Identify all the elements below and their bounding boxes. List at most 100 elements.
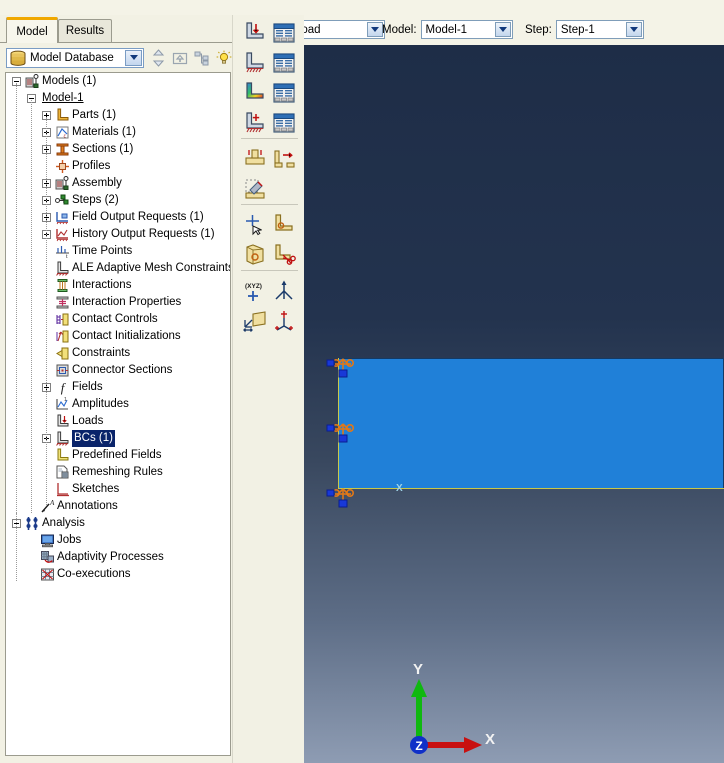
tree-updown-button[interactable] [148,48,168,68]
create-predefined-field-button[interactable] [243,81,269,107]
tree-item[interactable]: Co-executions [6,566,230,583]
top-strip [0,0,724,15]
create-bc-button[interactable] [243,51,269,77]
tree-highlight-button[interactable] [214,48,234,68]
tree-item[interactable]: Analysis [6,515,230,532]
tree-item[interactable]: Sketches [6,481,230,498]
partition-tool-button[interactable] [272,243,298,269]
tree-item[interactable]: Adaptivity Processes [6,549,230,566]
create-display-group-button[interactable] [243,243,269,269]
tree-item[interactable]: A Annotations [6,498,230,515]
create-predefined-field-icon [243,82,267,108]
tree-item[interactable]: Profiles [6,158,230,175]
svg-text:f: f [61,380,67,395]
tree-item[interactable]: Assembly [6,175,230,192]
model-combo[interactable]: Model-1 [420,20,513,39]
tree-item[interactable]: Loads [6,413,230,430]
create-load-button[interactable] [243,21,269,47]
move-load-button[interactable] [272,147,298,173]
create-datum-csys-button[interactable] [272,309,298,335]
create-datum-plane-button[interactable] [243,309,269,335]
model-database-combo[interactable]: Model Database [6,48,144,68]
tree-item[interactable]: Interaction Properties [6,294,230,311]
create-datum-point-button[interactable]: (XYZ) [243,279,269,305]
tree-item[interactable]: Contact Controls [6,311,230,328]
tree-item[interactable]: Parts (1) [6,107,230,124]
svg-text:1: 1 [64,397,67,403]
time-points-icon: t [55,244,70,260]
create-set-button[interactable] [243,213,269,239]
tree-item[interactable]: 1 Amplitudes [6,396,230,413]
tree-item[interactable]: Steps (2) [6,192,230,209]
tree-item-label: Loads [72,415,104,427]
svg-text:t: t [66,254,68,259]
part-geometry[interactable] [338,358,724,489]
adaptivity-icon [40,550,55,565]
model-group: Model: Model-1 [382,20,513,39]
datum-csys-icon [272,311,296,336]
chevron-down-icon[interactable] [625,22,642,37]
tree-item[interactable]: Field Output Requests (1) [6,209,230,226]
triad-x-label: X [485,731,496,748]
create-datum-axis-button[interactable] [272,279,298,305]
tree-item[interactable]: History Output Requests (1) [6,226,230,243]
tree-parent-button[interactable] [170,48,190,68]
fields-icon: f [55,380,70,395]
model-tree[interactable]: Models (1) Model-1 Parts (1) ε Materials (1)… [5,72,231,756]
tree-item[interactable]: ε Materials (1) [6,124,230,141]
tree-item-label: Annotations [57,500,118,512]
tree-item[interactable]: f Fields [6,379,230,396]
tab-model[interactable]: Model [6,17,58,43]
bcs-icon [55,431,70,446]
bc-symbol-middle [326,416,360,450]
tree-item-label: Fields [72,381,103,393]
vertex-label-x: X [396,483,403,494]
datum-axis-icon [272,280,296,306]
toolbox-separator [241,204,298,205]
chevron-down-icon[interactable] [366,22,383,37]
tab-model-label: Model [16,25,48,38]
tree-item[interactable]: Sections (1) [6,141,230,158]
create-load-case-button[interactable] [243,111,269,137]
tree-item[interactable]: Model-1 [6,90,230,107]
create-connector-load-button[interactable] [243,147,269,173]
load-manager-icon [272,23,296,48]
bc-manager-icon [272,53,296,78]
tree-item[interactable]: t Time Points [6,243,230,260]
create-surface-button[interactable] [272,213,298,239]
toolbox-separator [241,138,298,139]
load-manager-button[interactable] [272,21,298,47]
viewport[interactable]: X Z Y X [304,45,724,763]
bc-manager-button[interactable] [272,51,298,77]
tree-item-label: Field Output Requests (1) [72,211,204,223]
tree-item[interactable]: Models (1) [6,73,230,90]
chevron-down-icon[interactable] [125,50,142,66]
create-amplitude-button[interactable] [243,177,269,203]
load-case-manager-button[interactable] [272,111,298,137]
jobs-icon [40,533,55,548]
tree-item[interactable]: Constraints [6,345,230,362]
tree-item[interactable]: BCs (1) [6,430,230,447]
connector-load-icon [243,149,267,174]
tree-item[interactable]: Jobs [6,532,230,549]
module-combo[interactable]: Load [289,20,385,39]
display-group-icon [243,244,267,270]
tree-item[interactable]: Connector Sections [6,362,230,379]
chevron-down-icon[interactable] [494,22,511,37]
tree-connector [16,513,17,581]
tree-item[interactable]: ALE Adaptive Mesh Constraints [6,260,230,277]
tree-item-label: Materials (1) [72,126,136,138]
tree-item-label: Model-1 [42,92,84,104]
tree-item-label: Amplitudes [72,398,129,410]
tree-item[interactable]: Remeshing Rules [6,464,230,481]
predefined-field-manager-button[interactable] [272,81,298,107]
tree-item[interactable]: Predefined Fields [6,447,230,464]
tree-item[interactable]: Interactions [6,277,230,294]
steps-icon [55,193,70,208]
step-combo[interactable]: Step-1 [555,20,644,39]
tree-filter-button[interactable] [192,48,212,68]
create-surface-icon [272,214,296,240]
tree-item[interactable]: Contact Initializations [6,328,230,345]
tree-item-label: Contact Initializations [72,330,181,342]
tab-results[interactable]: Results [58,19,112,42]
